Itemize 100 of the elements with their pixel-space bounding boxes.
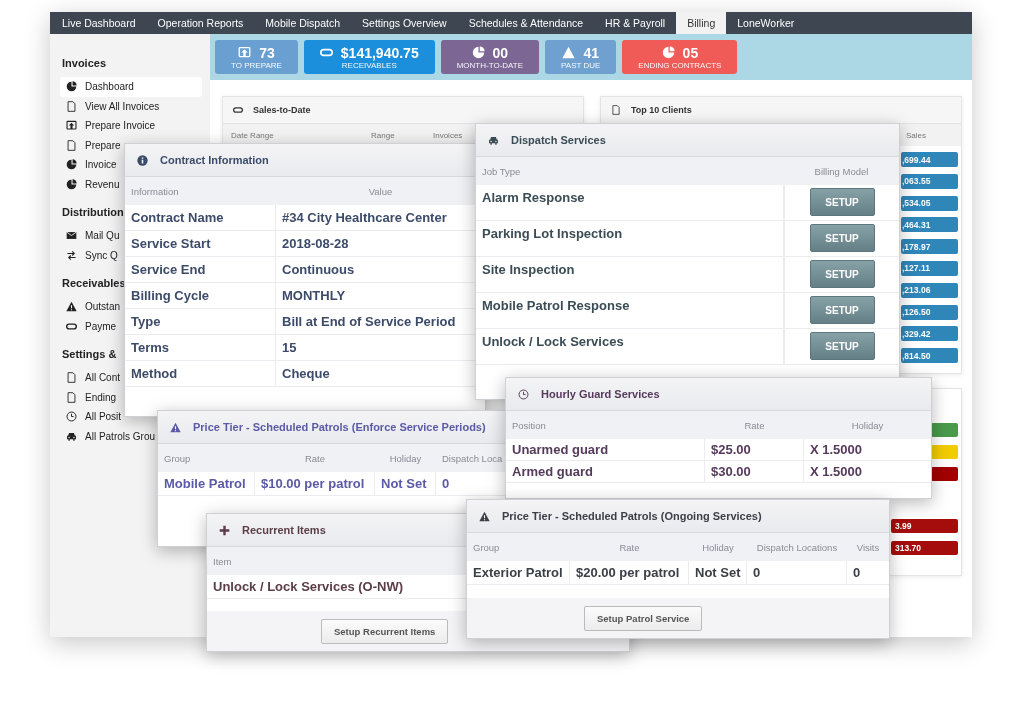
column-header: Group (472, 541, 501, 553)
arrows-icon (66, 249, 77, 261)
panel-title-text: Contract Information (160, 154, 269, 166)
panel-title-text: Price Tier - Scheduled Patrols (Enforce Service Periods) (193, 421, 486, 433)
table-cell-text: 0 (441, 475, 451, 493)
sales-badge: ,213.06 (901, 282, 958, 298)
table-cell-text: X 1.5000 (809, 463, 864, 481)
pie-chart-icon (66, 159, 77, 171)
table-cell: Exterior Patrol (467, 561, 570, 584)
table-cell-text: X 1.5000 (809, 441, 864, 459)
sales-badge: ,814.50 (901, 348, 958, 364)
stat-value: 00 (492, 44, 509, 61)
column-header: Billing Model (813, 165, 870, 177)
warning-icon (479, 510, 490, 522)
column-header: Job Type (481, 165, 522, 177)
column-header: Position (511, 419, 547, 431)
clock-icon (518, 388, 529, 400)
stat-value: 73 (259, 44, 275, 61)
column-header: Information (130, 185, 180, 197)
setup-button[interactable]: Setup Recurrent Items (321, 618, 449, 644)
table-cell: Alarm Response (476, 185, 784, 220)
sidebar-item[interactable]: All Patrols Grou (60, 426, 156, 446)
nav-tab[interactable]: Operation Reports (146, 12, 255, 34)
column-header: Range (371, 130, 396, 140)
column-header: Rate (303, 452, 327, 464)
section-title: Settings & (62, 348, 117, 360)
column-header: Group (163, 452, 192, 464)
panel-title-text: Price Tier - Scheduled Patrols (Ongoing Services) (502, 510, 762, 522)
stat-value: 05 (682, 44, 699, 61)
column-header: Item (212, 555, 233, 567)
sidebar-item[interactable]: Prepare Invoice (60, 116, 156, 136)
pie-chart-icon (471, 46, 485, 59)
nav-tab[interactable]: Mobile Dispatch (254, 12, 352, 34)
table-cell: Type (125, 309, 276, 334)
table-cell: Unarmed guard (506, 439, 705, 460)
warning-icon (66, 301, 77, 313)
sidebar-item[interactable]: All Cont (60, 368, 120, 388)
envelope-icon (66, 230, 77, 242)
table-cell-text: #34 City Healthcare Center (281, 209, 448, 227)
card-title: Top 10 Clients (631, 105, 692, 115)
sidebar-item[interactable]: Prepare (60, 135, 121, 155)
setup-button[interactable]: Setup Patrol Service (584, 605, 703, 631)
table-cell: $20.00 per patrol (570, 561, 689, 584)
section-title: Invoices (62, 57, 107, 69)
stat-tile[interactable]: 00 MONTH-TO-DATE (440, 40, 540, 74)
table-cell: Service End (125, 257, 276, 282)
nav-tab[interactable]: Live Dashboard (51, 12, 147, 34)
nav-tab[interactable]: Schedules & Attendance (457, 12, 595, 34)
section-title: Receivables (62, 277, 126, 289)
sidebar-item[interactable]: View All Invoices (60, 96, 160, 116)
sales-badge: ,534.05 (901, 195, 958, 211)
nav-tab[interactable]: HR & Payroll (594, 12, 677, 34)
document-icon (611, 105, 621, 115)
document-icon (66, 372, 77, 384)
table-cell: Mobile Patrol Response (476, 293, 784, 328)
pie-chart-icon (661, 46, 675, 59)
warning-icon (170, 421, 181, 433)
sidebar-item[interactable]: Outstan (60, 297, 121, 317)
card-title: Sales-to-Date (253, 105, 311, 115)
sidebar-item[interactable]: All Posit (60, 407, 122, 427)
column-header: Visits (855, 541, 881, 553)
upload-icon (66, 120, 77, 132)
nav-tab[interactable]: Settings Overview (351, 12, 458, 34)
document-icon (66, 391, 77, 403)
car-icon (66, 430, 77, 442)
panel-title-text: Hourly Guard Services (541, 388, 660, 400)
sales-badge: ,329.42 (901, 326, 958, 342)
sales-badge: ,063.55 (901, 173, 958, 189)
table-cell: Parking Lot Inspection (476, 221, 784, 256)
sidebar-item[interactable]: Dashboard (60, 77, 202, 97)
column-header: Holiday (701, 541, 735, 553)
sales-badge: ,699.44 (901, 152, 958, 167)
sidebar-item[interactable]: Sync Q (60, 245, 118, 265)
sidebar-item[interactable]: Revenu (60, 174, 120, 194)
info-icon (137, 154, 148, 166)
sales-badge: ,464.31 (901, 217, 958, 233)
plus-icon (219, 524, 230, 536)
nav-tab[interactable]: Billing (676, 12, 727, 34)
table-cell-text: 15 (281, 339, 298, 357)
document-icon (66, 100, 77, 112)
sidebar-item[interactable]: Ending (60, 387, 117, 407)
amount-badge: 3.99 (891, 519, 958, 534)
nav-tab[interactable]: LoneWorker (726, 12, 806, 34)
table-cell: Service Start (125, 231, 276, 256)
table-cell: $10.00 per patrol (255, 472, 375, 495)
stat-label: MONTH-TO-DATE (456, 60, 524, 70)
column-header: Date Range (231, 130, 275, 140)
column-header: Sales (906, 130, 926, 140)
sidebar-item[interactable]: Mail Qu (60, 226, 120, 246)
table-cell-text: 0 (852, 564, 862, 582)
sales-badge: ,127.11 (901, 261, 958, 276)
stat-label: TO PREPARE (231, 60, 282, 70)
cash-icon (233, 105, 243, 115)
table-cell: Not Set (375, 472, 436, 495)
cash-icon (66, 320, 77, 332)
sidebar-item[interactable]: Payme (60, 316, 117, 336)
table-cell: Mobile Patrol (158, 472, 255, 495)
amount-badge: 313.70 (891, 541, 958, 556)
column-header: Holiday (388, 452, 423, 464)
sidebar-item[interactable]: Invoice (60, 155, 117, 175)
